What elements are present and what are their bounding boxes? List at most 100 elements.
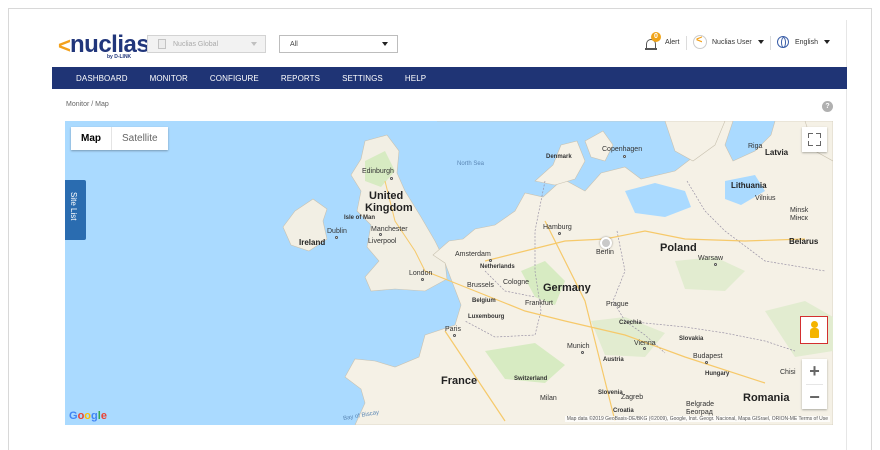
map-label-warsaw: Warsaw [698, 255, 724, 262]
chevron-down-icon [757, 40, 764, 44]
user-name: Nuclias User [712, 38, 752, 46]
nav-settings[interactable]: SETTINGS [342, 74, 383, 83]
header-divider [770, 36, 771, 50]
city-marker [489, 259, 492, 262]
map-label-france: France [441, 375, 478, 387]
city-marker [705, 361, 708, 364]
map-label-denmark: Denmark [546, 154, 572, 160]
google-logo[interactable]: Google [69, 410, 107, 422]
map-label-budapest: Budapest [693, 353, 723, 360]
map-label-ireland: Ireland [299, 238, 326, 247]
map-label-brussels: Brussels [467, 282, 494, 289]
map-label-munich: Munich [567, 343, 590, 350]
map-label-vilnius: Vilnius [755, 195, 776, 202]
city-marker [421, 278, 424, 281]
nav-configure[interactable]: CONFIGURE [210, 74, 259, 83]
zoom-in-button[interactable]: + [802, 359, 827, 384]
header-divider [686, 36, 687, 50]
building-icon [158, 39, 166, 49]
site-list-label: Site List [69, 192, 78, 221]
map-label-belgium: Belgium [472, 298, 496, 304]
language-label: English [795, 38, 818, 46]
bell-icon: 0 [645, 32, 661, 50]
city-marker [714, 263, 717, 266]
map-label-poland: Poland [660, 242, 697, 254]
map-label-riga: Riga [748, 143, 763, 150]
map-canvas[interactable]: North Sea Bay of Biscay Edinburgh United… [65, 121, 833, 425]
map-label-austria: Austria [603, 357, 624, 363]
map-label-belgrade: Belgrade [686, 401, 715, 408]
map-label-slovenia: Slovenia [598, 390, 623, 396]
map-label-london: London [409, 270, 433, 277]
map-label-berlin: Berlin [596, 249, 614, 256]
map-label-kingdom: Kingdom [365, 202, 413, 214]
alert-button[interactable]: 0 Alert [645, 32, 679, 52]
site-location-pin[interactable] [600, 237, 612, 249]
nav-dashboard[interactable]: DASHBOARD [76, 74, 128, 83]
language-select[interactable]: English [777, 33, 830, 51]
map-label-zagreb: Zagreb [621, 394, 644, 401]
map-label-germany: Germany [543, 282, 591, 294]
user-avatar-icon: < [693, 34, 707, 49]
map-label-united: United [369, 190, 404, 202]
site-select-value: All [290, 40, 298, 48]
zoom-out-button[interactable]: − [802, 385, 827, 410]
nav-reports[interactable]: REPORTS [281, 74, 320, 83]
chevron-down-icon [823, 40, 830, 44]
map-label-belgrade-cyrillic: Београд [686, 409, 713, 416]
map-label-minsk-cyrillic: Мінск [790, 215, 808, 222]
nav-help[interactable]: HELP [405, 74, 426, 83]
map-label-manchester: Manchester [371, 226, 408, 233]
city-marker [379, 233, 382, 236]
map-label-edinburgh: Edinburgh [362, 168, 394, 175]
map-label-hungary: Hungary [705, 371, 730, 377]
city-marker [643, 347, 646, 350]
fullscreen-icon [808, 133, 813, 138]
map-label-dublin: Dublin [327, 228, 347, 235]
breadcrumb: Monitor / Map [66, 101, 109, 108]
map-label-prague: Prague [606, 301, 629, 308]
map-label-copenhagen: Copenhagen [602, 146, 643, 153]
map-label-isle-of-man: Isle of Man [344, 215, 376, 221]
site-list-tab[interactable]: Site List [65, 180, 86, 240]
map-label-amsterdam: Amsterdam [455, 251, 491, 258]
map-type-toggle: Map Satellite [71, 127, 168, 150]
alert-label: Alert [665, 38, 680, 46]
city-marker [623, 155, 626, 158]
logo-subtext: by D-LINK [107, 54, 132, 60]
organization-select-value: Nuclias Global [173, 40, 219, 48]
user-menu[interactable]: < Nuclias User [693, 33, 764, 51]
logo-chevron-icon: < [58, 33, 71, 58]
map-label-lithuania: Lithuania [731, 181, 767, 190]
map-label-cologne: Cologne [503, 279, 530, 286]
nav-monitor[interactable]: MONITOR [150, 74, 188, 83]
map-label-frankfurt: Frankfurt [525, 300, 554, 307]
organization-select[interactable]: Nuclias Global [147, 35, 266, 53]
street-view-pegman-button[interactable] [800, 316, 828, 344]
city-marker [390, 177, 393, 180]
map-label-paris: Paris [445, 326, 461, 333]
city-marker [558, 232, 561, 235]
map-label-north-sea: North Sea [457, 161, 485, 167]
chevron-down-icon [251, 42, 257, 46]
help-icon[interactable]: ? [822, 101, 833, 112]
fullscreen-button[interactable] [802, 127, 827, 152]
map-label-milan: Milan [540, 395, 557, 402]
city-marker [581, 351, 584, 354]
pegman-icon [811, 321, 818, 328]
map-label-netherlands: Netherlands [480, 264, 515, 270]
city-marker [335, 236, 338, 239]
map-type-map-button[interactable]: Map [71, 127, 111, 150]
map-label-romania: Romania [743, 392, 790, 404]
map-label-croatia: Croatia [613, 408, 634, 414]
map-attribution[interactable]: Map data ©2019 GeoBasis-DE/BKG (©2009), … [564, 416, 830, 422]
map-label-hamburg: Hamburg [543, 224, 572, 231]
map-label-chisi: Chisi [780, 369, 796, 376]
map-label-latvia: Latvia [765, 148, 789, 157]
map-label-luxembourg: Luxembourg [468, 314, 505, 320]
alert-count-badge: 0 [651, 32, 661, 42]
map-label-belarus: Belarus [789, 237, 819, 246]
site-select[interactable]: All [279, 35, 398, 53]
map-type-satellite-button[interactable]: Satellite [111, 127, 168, 150]
globe-icon [777, 36, 789, 48]
